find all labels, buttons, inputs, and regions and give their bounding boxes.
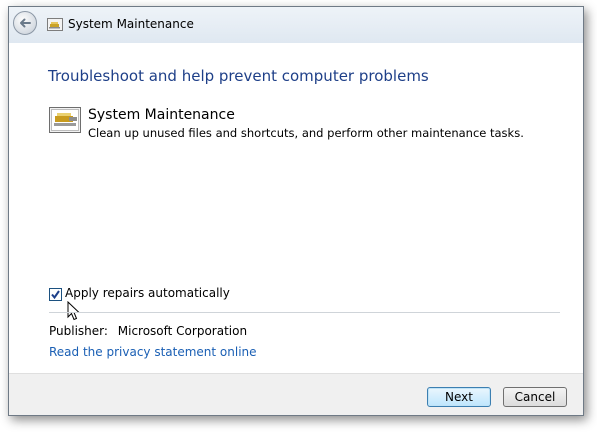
privacy-statement-link[interactable]: Read the privacy statement online xyxy=(49,345,257,359)
title-bar: System Maintenance xyxy=(9,7,583,43)
next-button[interactable]: Next xyxy=(427,387,491,407)
cancel-button[interactable]: Cancel xyxy=(503,387,567,407)
back-arrow-icon xyxy=(20,18,31,28)
system-maintenance-icon xyxy=(49,107,81,133)
divider xyxy=(49,312,560,313)
publisher-label: Publisher: xyxy=(49,324,108,338)
publisher-value: Microsoft Corporation xyxy=(117,324,248,338)
troubleshooter-window: System Maintenance Troubleshoot and help… xyxy=(8,6,584,416)
task-title[interactable]: System Maintenance xyxy=(88,107,235,123)
window-title: System Maintenance xyxy=(68,17,194,31)
publisher-info: Publisher: Microsoft Corporation xyxy=(49,324,247,338)
system-maintenance-icon xyxy=(47,18,63,31)
back-button[interactable] xyxy=(13,11,37,35)
mouse-cursor-icon xyxy=(67,301,80,321)
page-heading: Troubleshoot and help prevent computer p… xyxy=(48,67,429,85)
task-description: Clean up unused files and shortcuts, and… xyxy=(88,126,524,140)
apply-repairs-label[interactable]: Apply repairs automatically xyxy=(65,286,230,300)
footer-bar: Next Cancel xyxy=(9,373,583,415)
checkmark-icon xyxy=(51,290,60,300)
apply-repairs-checkbox[interactable] xyxy=(49,288,62,301)
